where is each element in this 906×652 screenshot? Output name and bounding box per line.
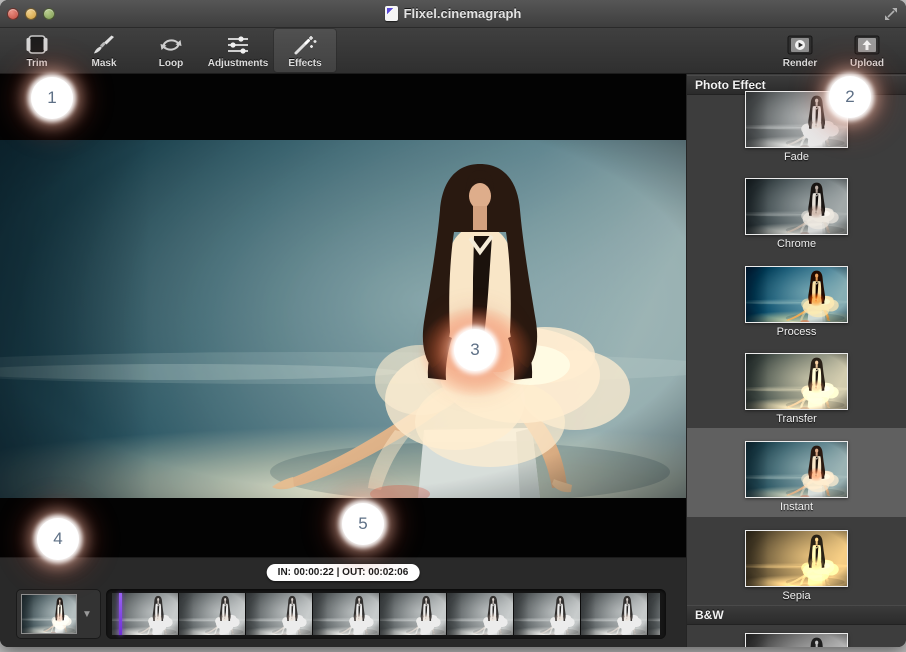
in-out-badge: IN: 00:00:22 | OUT: 00:02:06 (267, 564, 420, 581)
callout-5: 5 (342, 503, 384, 545)
filmstrip-frame (447, 593, 513, 635)
filmstrip-frame (179, 593, 245, 635)
trim-label: Trim (26, 58, 47, 69)
timeline-strip[interactable] (106, 589, 666, 639)
filmstrip-frame (581, 593, 647, 635)
effect-item-transfer[interactable]: Transfer (687, 340, 906, 427)
close-button[interactable] (7, 8, 19, 20)
adjustments-button[interactable]: Adjustments (206, 28, 270, 73)
sepia-label: Sepia (782, 590, 810, 602)
callout-1: 1 (31, 77, 73, 119)
canvas-area: IN: 00:00:22 | OUT: 00:02:06 ▼ (0, 74, 686, 647)
effects-sidebar: Photo Effect Fade Chrome (686, 74, 906, 647)
fade-label: Fade (784, 151, 809, 163)
transfer-label: Transfer (776, 413, 817, 425)
window-title: Flixel.cinemagraph (404, 6, 522, 21)
filmstrip-frame (514, 593, 580, 635)
filmstrip-frame (313, 593, 379, 635)
upload-icon (854, 31, 880, 58)
document-icon (385, 6, 398, 21)
window-controls (7, 8, 55, 20)
screenshot: Flixel.cinemagraph (0, 0, 906, 652)
chrome-thumbnail (745, 178, 848, 235)
filmstrip-frame (380, 593, 446, 635)
instant-label: Instant (780, 501, 813, 513)
render-label: Render (783, 58, 817, 69)
effects-label: Effects (288, 58, 321, 69)
filmstrip-frame (246, 593, 312, 635)
filmstrip-frame (648, 593, 660, 635)
effect-item-fade[interactable]: Fade (687, 78, 906, 165)
loop-button[interactable]: Loop (139, 28, 203, 73)
upload-label: Upload (850, 58, 884, 69)
photo-preview[interactable] (0, 140, 686, 498)
adjustments-label: Adjustments (208, 58, 269, 69)
adjustments-icon (225, 31, 251, 58)
effect-item-bw[interactable] (687, 620, 906, 647)
trim-icon (24, 31, 50, 58)
effects-button[interactable]: Effects (273, 28, 337, 73)
timeline-panel: IN: 00:00:22 | OUT: 00:02:06 ▼ (0, 557, 686, 647)
transfer-thumbnail (745, 353, 848, 410)
clip-preview-thumbnail (21, 594, 77, 634)
mask-label: Mask (91, 58, 116, 69)
effect-item-instant[interactable]: Instant (687, 428, 906, 517)
effect-item-sepia[interactable]: Sepia (687, 517, 906, 604)
effect-item-chrome[interactable]: Chrome (687, 165, 906, 252)
zoom-button[interactable] (43, 8, 55, 20)
filmstrip (112, 593, 660, 635)
sepia-thumbnail (745, 530, 848, 587)
effect-item-process[interactable]: Process (687, 253, 906, 340)
minimize-button[interactable] (25, 8, 37, 20)
callout-3: 3 (454, 329, 496, 371)
toolbar: Trim Mask (0, 28, 906, 74)
loop-icon (157, 31, 185, 58)
title-bar: Flixel.cinemagraph (0, 0, 906, 28)
process-label: Process (777, 326, 817, 338)
process-thumbnail (745, 266, 848, 323)
upload-button[interactable]: Upload (838, 28, 896, 73)
render-icon (787, 31, 813, 58)
chrome-label: Chrome (777, 238, 816, 250)
effects-icon (292, 31, 318, 58)
loop-label: Loop (159, 58, 183, 69)
letterbox-top (0, 74, 686, 140)
bw-thumbnail (745, 633, 848, 647)
clip-preview-control[interactable]: ▼ (16, 589, 101, 639)
callout-4: 4 (37, 518, 79, 560)
fullscreen-icon[interactable] (884, 7, 898, 21)
trim-button[interactable]: Trim (5, 28, 69, 73)
chevron-down-icon[interactable]: ▼ (77, 609, 97, 620)
app-window: Flixel.cinemagraph (0, 0, 906, 647)
mask-icon (91, 31, 117, 58)
playhead[interactable] (119, 593, 122, 635)
render-button[interactable]: Render (771, 28, 829, 73)
instant-thumbnail (745, 441, 848, 498)
callout-2: 2 (829, 76, 871, 118)
mask-button[interactable]: Mask (72, 28, 136, 73)
